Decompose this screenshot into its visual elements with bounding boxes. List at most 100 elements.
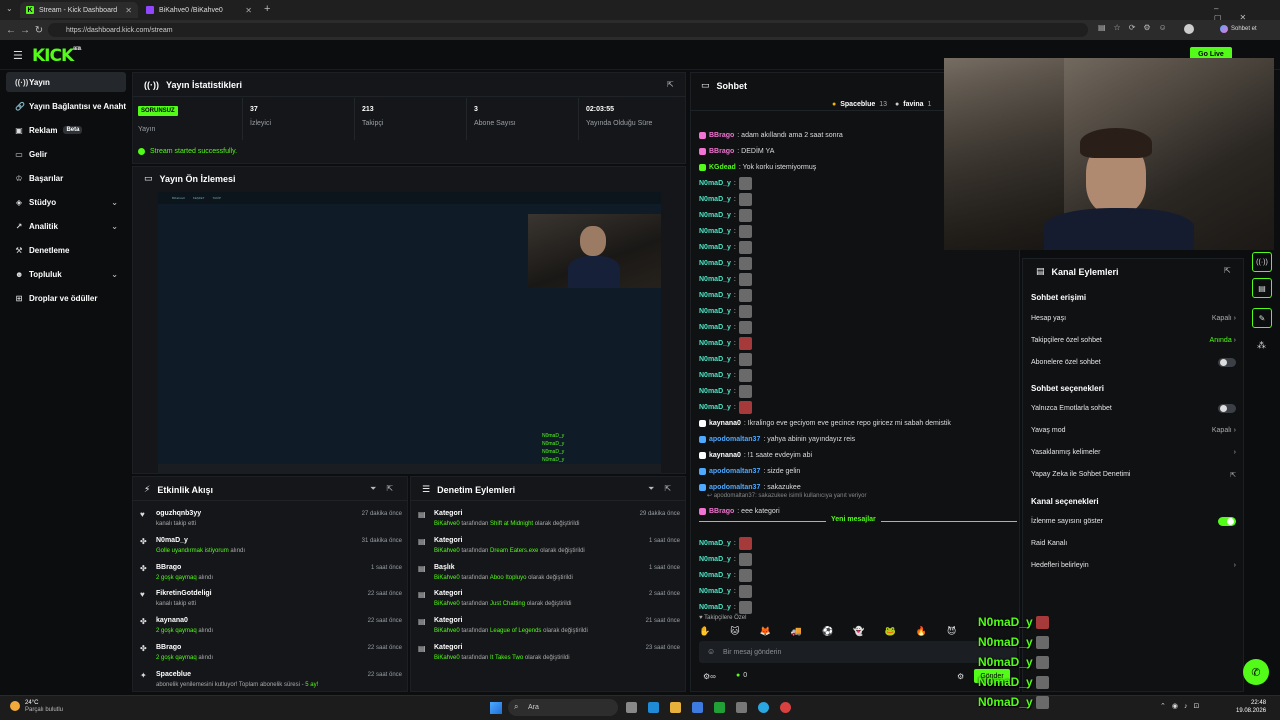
tab-stream[interactable]: K Stream - Kick Dashboard ✕ <box>20 2 138 18</box>
emote-icon <box>738 352 752 366</box>
emote-icon <box>738 552 752 566</box>
back-icon[interactable]: ← <box>4 25 18 36</box>
emote-icon <box>738 400 752 414</box>
sohbet-et-button[interactable]: Sohbet et <box>1220 25 1257 33</box>
chat-input[interactable]: Bir mesaj gönderin <box>699 641 1017 663</box>
chat-settings-icon[interactable]: ⚙ <box>957 672 964 681</box>
divider <box>242 98 243 140</box>
panel-icon: ▤ <box>1036 266 1045 276</box>
new-tab-icon[interactable]: + <box>264 3 270 15</box>
activity-filter-popout[interactable]: ⏷⇱ <box>370 484 403 494</box>
emote-icon <box>738 584 752 598</box>
emote-only-toggle[interactable] <box>1218 404 1236 413</box>
emote-icon <box>738 208 752 222</box>
chat-message: N0maD_y: <box>699 176 752 190</box>
emote-icon <box>738 240 752 254</box>
popout-icon[interactable]: ⇱ <box>1224 266 1231 275</box>
obs-icon[interactable] <box>780 702 791 713</box>
clock[interactable]: 22:48 19.08.2026 <box>1236 699 1266 715</box>
tab-menu-icon[interactable]: ⌄ <box>6 4 13 13</box>
goals-row[interactable]: Hedefleri belirleyin › <box>1031 562 1236 569</box>
sidebar-item-analitik[interactable]: ↗ Analitik ⌄ <box>6 216 126 236</box>
preview-taskbar <box>158 464 661 474</box>
explorer-icon[interactable] <box>670 702 681 713</box>
settings-link-icon[interactable]: ⚙∞ <box>703 672 716 681</box>
stat-subscribers: 3 Abone Sayısı <box>474 106 516 127</box>
activity-item: ✦ Spaceblue abonelik yenilemesini kutluyor… <box>140 671 402 688</box>
viewer-count-row[interactable]: İzlenme sayısını göster <box>1031 517 1236 526</box>
ai-moderation-row[interactable]: Yapay Zeka ile Sohbet Denetimi ⇱ <box>1031 471 1236 479</box>
slow-mode-row[interactable]: Yavaş mod Kapalı › <box>1031 427 1236 434</box>
kick-logo[interactable]: KICKBETA <box>32 46 81 66</box>
address-input[interactable]: https://dashboard.kick.com/stream <box>48 23 1088 37</box>
help-chat-icon[interactable]: ✆ <box>1243 659 1269 685</box>
edge-icon[interactable] <box>648 702 659 713</box>
emoji-icon[interactable]: ☺ <box>707 647 715 656</box>
emote-icon <box>738 600 752 614</box>
emote-icon <box>738 176 752 190</box>
forward-icon[interactable]: → <box>18 25 32 36</box>
emote-only-row[interactable]: Yalnızca Emotlarla sohbet <box>1031 404 1236 413</box>
system-tray-icons[interactable]: ⌃◉♪⊡ <box>1160 702 1205 710</box>
popout-icon[interactable]: ⇱ <box>667 80 674 89</box>
close-icon[interactable]: ✕ <box>245 6 252 15</box>
taskbar-search[interactable]: Ara <box>508 699 618 716</box>
points-icon: ✤ <box>140 564 147 573</box>
badge-icon <box>699 467 706 475</box>
reload-icon[interactable]: ↻ <box>32 25 46 36</box>
profile-avatar[interactable] <box>1184 24 1194 34</box>
overlay-name: N0maD_y <box>978 655 1050 670</box>
overlay-name: N0maD_y <box>978 635 1050 650</box>
browser-tabbar: ⌄ K Stream - Kick Dashboard ✕ BiKahve0 /… <box>0 0 1280 22</box>
close-icon[interactable]: ✕ <box>125 6 132 15</box>
chevron-down-icon: ⌄ <box>111 197 118 207</box>
sidebar-item-droplar[interactable]: ⊞ Droplar ve ödüller <box>6 288 126 308</box>
stat-uptime: 02:03:55 Yayında Olduğu Süre <box>586 106 653 127</box>
copilot-icon <box>1220 25 1228 33</box>
sidebar-item-basarilar[interactable]: ♔ Başarılar <box>6 168 126 188</box>
sidebar-item-denetleme[interactable]: ⚒ Denetleme <box>6 240 126 260</box>
sidebar-item-yayin[interactable]: ((·)) Yayın <box>6 72 126 92</box>
sidebar-item-reklam[interactable]: ▣ Reklam Beta <box>6 120 126 140</box>
hesap-yasi-row[interactable]: Hesap yaşı Kapalı › <box>1031 315 1236 322</box>
chat-title: ▭ Sohbet <box>701 80 748 91</box>
chrome-icon[interactable] <box>758 702 769 713</box>
chat-message: N0maD_y: <box>699 272 752 286</box>
followers-only-row[interactable]: Takipçilere özel sohbet Anında › <box>1031 337 1236 344</box>
chat-message: N0maD_y: <box>699 304 752 318</box>
heart-icon: ♥ <box>140 590 145 599</box>
hamburger-menu-icon[interactable]: ☰ <box>13 49 23 62</box>
task-view-icon[interactable] <box>626 702 637 713</box>
stream-preview-video[interactable]: BiKahve0 KEŞFET TAKİP N0maD_y N0maD_y N0maD_… <box>158 192 661 474</box>
external-link-icon: ⇱ <box>1230 472 1236 479</box>
moderation-filter-popout[interactable]: ⏷⇱ <box>648 484 681 494</box>
activity-item: ✤ N0maD_y Golle uyandırmak istiyorum alınd… <box>140 537 402 554</box>
medal-icon: ● <box>895 101 900 108</box>
chat-message: N0maD_y: <box>699 240 752 254</box>
start-icon[interactable] <box>490 702 502 714</box>
raid-row[interactable]: Raid Kanalı <box>1031 540 1236 547</box>
weather-widget[interactable]: 24°C Parçalı bulutlu <box>25 700 63 714</box>
activity-item: ♥ FikretinGotdeligi kanalı takip etti 22 sa… <box>140 590 402 607</box>
sidebar-item-gelir[interactable]: ▭ Gelir <box>6 144 126 164</box>
tab-bikahve[interactable]: BiKahve0 /BiKahve0 ✕ <box>140 2 258 18</box>
rail-broadcast-icon[interactable]: ((·)) <box>1252 252 1272 272</box>
link-icon: 🔗 <box>15 101 25 111</box>
rail-wrench-icon[interactable]: ✎ <box>1252 308 1272 328</box>
banned-words-row[interactable]: Yasaklanmış kelimeler › <box>1031 449 1236 456</box>
sidebar-item-topluluk[interactable]: ☻ Topluluk ⌄ <box>6 264 126 284</box>
subscribers-only-toggle[interactable] <box>1218 358 1236 367</box>
emote-bar[interactable]: ✋ 🐱 🦊 🚚 ⚽ 👻 🐸 🔥 😈 <box>699 626 989 638</box>
chat-points: ● 0 <box>736 672 748 679</box>
browser-extension-icons[interactable]: ▤☆⟳⚙☺ <box>1098 23 1175 32</box>
xbox-icon[interactable] <box>714 702 725 713</box>
steam-icon[interactable] <box>736 702 747 713</box>
twitch-favicon-icon <box>146 6 154 14</box>
viewer-count-toggle[interactable] <box>1218 517 1236 526</box>
sidebar-item-stream-key[interactable]: 🔗 Yayın Bağlantısı ve Anahtar <box>6 96 126 116</box>
store-icon[interactable] <box>692 702 703 713</box>
rail-panel-icon[interactable]: ▤ <box>1252 278 1272 298</box>
sidebar-item-studyo[interactable]: ◈ Stüdyo ⌄ <box>6 192 126 212</box>
subscribers-only-row[interactable]: Abonelere özel sohbet <box>1031 358 1236 367</box>
rail-add-icon[interactable]: ⁂ <box>1257 340 1266 351</box>
